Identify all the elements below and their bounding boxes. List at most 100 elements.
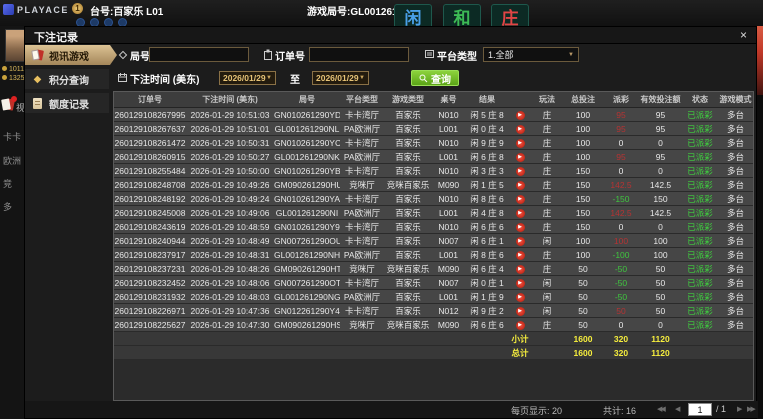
- replay-icon[interactable]: ▶: [515, 292, 525, 302]
- play-type-cell: 庄: [531, 177, 563, 192]
- status-cell: 已派彩: [682, 261, 718, 276]
- platform-cell: 卡卡湾厅: [340, 233, 384, 248]
- platform-cell: PA欧洲厅: [340, 121, 384, 136]
- replay-cell: ▶: [509, 219, 531, 234]
- logo-icon: [3, 4, 14, 15]
- table-row: 260129108245008 2026-01-29 10:49:06 GL0012…: [114, 205, 753, 220]
- replay-icon[interactable]: ▶: [515, 320, 525, 330]
- play-type-cell: 闲: [531, 275, 563, 290]
- date-from-select[interactable]: 2026/01/29 ▼: [219, 71, 276, 85]
- order-number-cell: 260129108261472: [114, 135, 186, 150]
- menu-item-credit-records[interactable]: 额度记录: [25, 93, 109, 113]
- replay-icon[interactable]: ▶: [515, 138, 525, 148]
- game-mode-cell: 多台: [718, 261, 753, 276]
- order-number-input[interactable]: [309, 47, 409, 62]
- sidebar-item-kaka[interactable]: 卡卡: [3, 130, 21, 143]
- order-number-cell: 260129108248708: [114, 177, 186, 192]
- menu-item-label: 积分查询: [49, 75, 89, 87]
- platform-cell: 竞咪厅: [340, 317, 384, 332]
- replay-icon[interactable]: ▶: [515, 306, 525, 316]
- grand-total-row: 总计 1600 320 1120: [114, 345, 753, 360]
- date-to-select[interactable]: 2026/01/29 ▼: [312, 71, 369, 85]
- next-page-icon[interactable]: ▶: [737, 405, 743, 413]
- replay-cell: ▶: [509, 275, 531, 290]
- result-cell: 闲 5 庄 8: [465, 107, 509, 122]
- round-number-cell: GN010261290YA: [274, 191, 340, 206]
- round-number-cell: GM090261290HU: [274, 177, 340, 192]
- table-row: 260129108267637 2026-01-29 10:51:01 GL0012…: [114, 121, 753, 136]
- play-type-cell: 闲: [531, 233, 563, 248]
- close-icon[interactable]: ×: [740, 28, 747, 42]
- total-bet-cell: 50: [563, 303, 603, 318]
- status-cell: 已派彩: [682, 233, 718, 248]
- replay-icon[interactable]: ▶: [515, 236, 525, 246]
- table-row: 260129108240944 2026-01-29 10:48:49 GN0072…: [114, 233, 753, 248]
- game-type-cell: 百家乐: [384, 247, 432, 262]
- payout-cell: -50: [603, 275, 639, 290]
- play-type-cell: 庄: [531, 219, 563, 234]
- pagination-bar: 每页显示: 20 共计: 16 ◀◀ ◀ / 1 ▶ ▶▶: [25, 401, 758, 418]
- replay-icon[interactable]: ▶: [515, 208, 525, 218]
- prev-page-icon[interactable]: ◀: [675, 405, 681, 413]
- bet-time-filter-label: 下注时间 (美东): [130, 75, 200, 86]
- menu-item-video-games[interactable]: 视讯游戏: [25, 45, 117, 65]
- sidebar-item-europe[interactable]: 欧洲: [3, 154, 21, 167]
- search-button[interactable]: 查询: [411, 70, 459, 86]
- document-icon: [33, 97, 42, 109]
- menu-item-label: 额度记录: [49, 99, 89, 111]
- replay-cell: ▶: [509, 233, 531, 248]
- replay-cell: ▶: [509, 191, 531, 206]
- replay-icon[interactable]: ▶: [515, 152, 525, 162]
- game-type-cell: 百家乐: [384, 107, 432, 122]
- replay-icon[interactable]: ▶: [515, 250, 525, 260]
- sidebar-item-bidding[interactable]: 竞: [3, 177, 12, 190]
- empty-cell: [114, 345, 186, 360]
- replay-icon[interactable]: ▶: [515, 124, 525, 134]
- table-row: 260129108243619 2026-01-29 10:48:59 GN0102…: [114, 219, 753, 234]
- avatar: [5, 29, 26, 62]
- empty-cell: [186, 345, 274, 360]
- order-number-cell: 260129108255484: [114, 163, 186, 178]
- bet-time-cell: 2026-01-29 10:48:03: [186, 289, 274, 304]
- replay-icon[interactable]: ▶: [515, 166, 525, 176]
- bet-time-cell: 2026-01-29 10:47:36: [186, 303, 274, 318]
- platform-filter-label: 平台类型: [437, 52, 477, 63]
- round-filter-label: 局号: [130, 52, 150, 63]
- replay-icon[interactable]: ▶: [515, 278, 525, 288]
- replay-icon[interactable]: ▶: [515, 264, 525, 274]
- table-number-cell: N010: [432, 107, 465, 122]
- game-type-cell: 百家乐: [384, 163, 432, 178]
- replay-icon[interactable]: ▶: [515, 194, 525, 204]
- round-number-cell: GN010261290Y9: [274, 219, 340, 234]
- records-table-container: 订单号 下注时间 (美东) 局号 平台类型 游戏类型 桌号 结果 玩法 总投注 派彩 有效投注额 状态…: [113, 91, 754, 401]
- game-mode-cell: 多台: [718, 233, 753, 248]
- to-label: 至: [290, 75, 300, 86]
- column-header: 桌号: [432, 92, 465, 108]
- replay-icon[interactable]: ▶: [515, 180, 525, 190]
- valid-bet-cell: 100: [639, 247, 682, 262]
- payout-cell: 0: [603, 219, 639, 234]
- page-number-input[interactable]: [688, 403, 712, 416]
- round-number-input[interactable]: [149, 47, 249, 62]
- first-page-icon[interactable]: ◀◀: [657, 405, 666, 413]
- column-header: 游戏模式: [718, 92, 753, 108]
- payout-cell: 0: [603, 163, 639, 178]
- subtotal-row-label: 小计: [509, 331, 531, 346]
- platform-type-select[interactable]: 1.全部 ▼: [483, 47, 579, 62]
- replay-icon[interactable]: ▶: [515, 110, 525, 120]
- replay-icon[interactable]: ▶: [515, 222, 525, 232]
- last-page-icon[interactable]: ▶▶: [747, 405, 756, 413]
- bet-time-cell: 2026-01-29 10:48:26: [186, 261, 274, 276]
- round-number-cell: GN012261290Y4: [274, 303, 340, 318]
- table-header-row: 订单号 下注时间 (美东) 局号 平台类型 游戏类型 桌号 结果 玩法 总投注 派彩 有效投注额 状态…: [114, 92, 753, 108]
- status-cell: 已派彩: [682, 177, 718, 192]
- round-number-cell: GM090261290HT: [274, 261, 340, 276]
- column-header: 总投注: [563, 92, 603, 108]
- valid-bet-cell: 50: [639, 275, 682, 290]
- game-type-cell: 竞咪百家乐: [384, 177, 432, 192]
- sidebar-item-multi[interactable]: 多: [3, 200, 12, 213]
- table-row: 260129108255484 2026-01-29 10:50:00 GN0102…: [114, 163, 753, 178]
- table-number-cell: M090: [432, 261, 465, 276]
- menu-item-points-query[interactable]: ◆ 积分查询: [25, 69, 109, 89]
- game-type-cell: 百家乐: [384, 233, 432, 248]
